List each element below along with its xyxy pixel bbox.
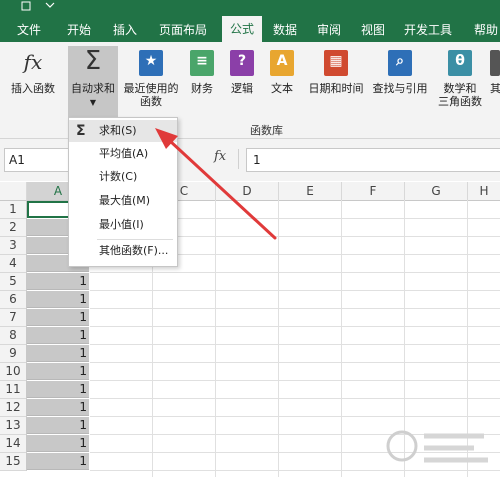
annotation-arrow-icon (155, 128, 277, 240)
watermark-logo-icon (386, 430, 488, 463)
